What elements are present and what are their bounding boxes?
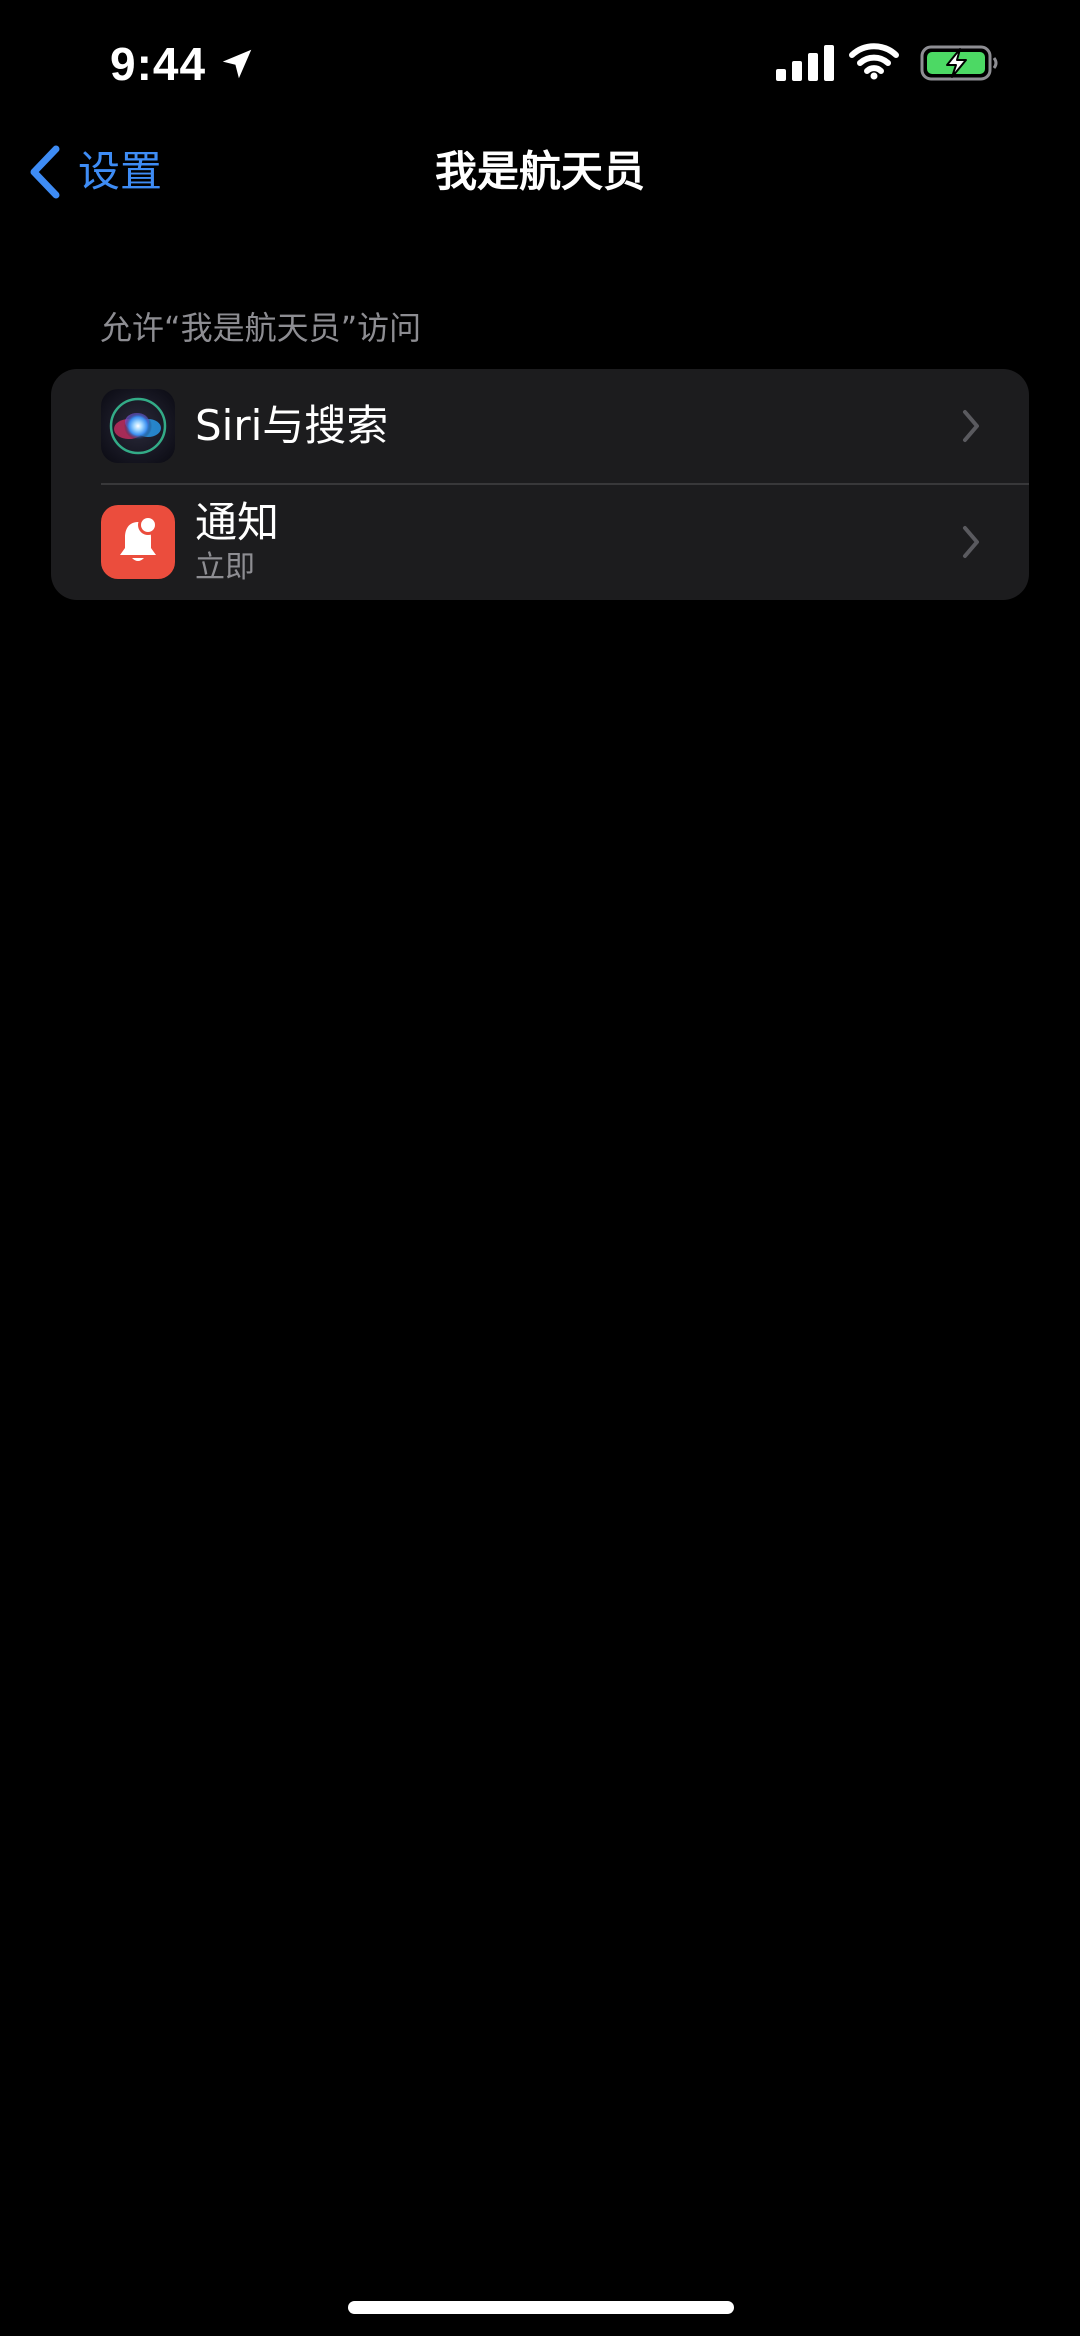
- chevron-right-icon: [963, 526, 979, 558]
- chevron-right-icon: [963, 410, 979, 442]
- row-title: 通知: [195, 498, 280, 547]
- row-title: Siri与搜索: [195, 401, 389, 450]
- section-header: 允许“我是航天员”访问: [100, 309, 422, 347]
- wifi-icon: [849, 43, 899, 80]
- location-arrow-icon: [222, 49, 252, 79]
- status-bar: 9:44: [0, 0, 1080, 130]
- navigation-bar: 设置 我是航天员: [0, 130, 1080, 220]
- battery-charging-icon: [920, 45, 998, 81]
- home-indicator[interactable]: [348, 2301, 734, 2314]
- status-time: 9:44: [110, 38, 207, 90]
- row-siri-search[interactable]: Siri与搜索: [51, 369, 1029, 485]
- siri-icon: [101, 389, 175, 463]
- page-title: 我是航天员: [434, 147, 645, 196]
- row-subtitle: 立即: [195, 550, 255, 585]
- status-time-group: 9:44: [110, 36, 256, 92]
- settings-group: Siri与搜索 通知 立即: [51, 369, 1029, 600]
- cellular-signal-icon: [776, 45, 834, 81]
- notifications-icon: [101, 505, 175, 579]
- row-notifications[interactable]: 通知 立即: [51, 485, 1029, 600]
